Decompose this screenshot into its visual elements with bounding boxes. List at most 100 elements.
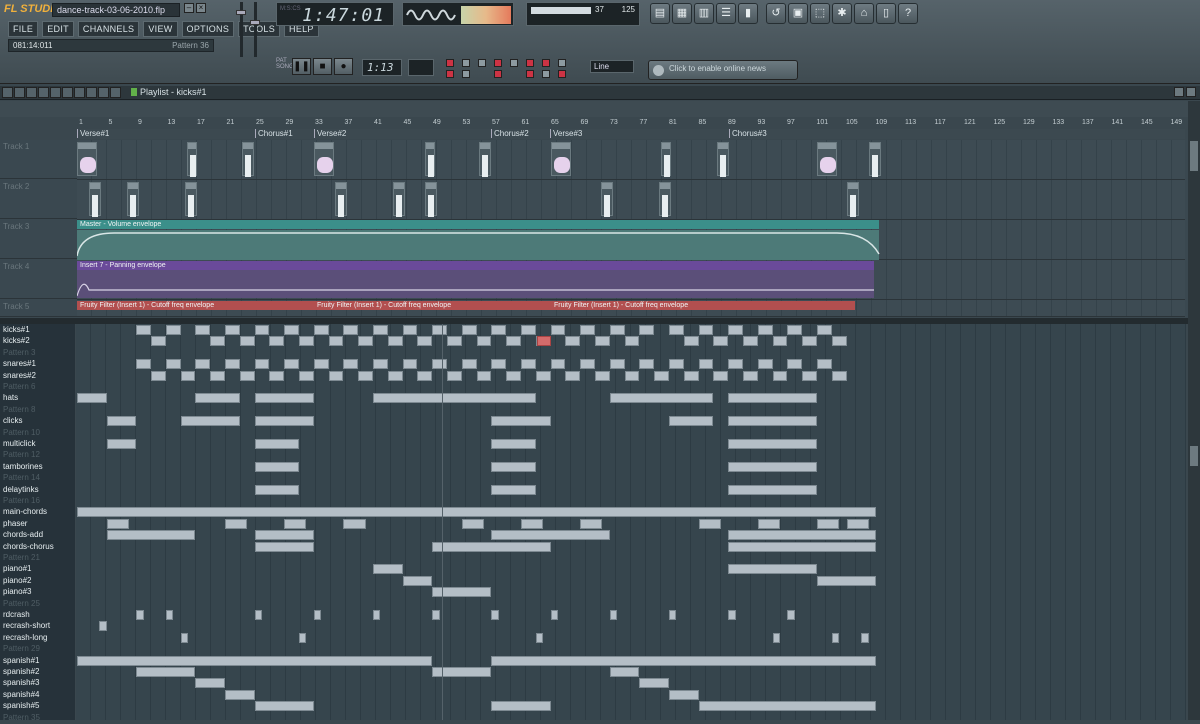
pattern-block[interactable] bbox=[195, 325, 211, 335]
pattern-name[interactable]: kicks#2 bbox=[3, 336, 30, 347]
track-2-header[interactable]: Track 2 bbox=[0, 180, 77, 219]
render-icon[interactable]: ⌂ bbox=[854, 3, 874, 24]
track-scroll-thumb[interactable] bbox=[1190, 141, 1198, 171]
marker-chorus-1[interactable]: Chorus#1 bbox=[255, 129, 293, 138]
track-2-clip[interactable] bbox=[425, 182, 437, 217]
menu-file[interactable]: FILE bbox=[8, 21, 39, 37]
pattern-block[interactable] bbox=[787, 610, 795, 620]
slice-icon[interactable] bbox=[74, 87, 85, 98]
pattern-block[interactable] bbox=[284, 325, 299, 335]
pattern-block[interactable] bbox=[225, 359, 240, 370]
pattern-block[interactable] bbox=[713, 370, 729, 381]
close-icon[interactable]: × bbox=[196, 3, 206, 13]
pattern-block[interactable] bbox=[743, 370, 758, 381]
pattern-block[interactable] bbox=[99, 621, 107, 632]
pattern-block[interactable] bbox=[728, 359, 743, 370]
pattern-name[interactable]: piano#3 bbox=[3, 587, 31, 598]
pattern-block[interactable] bbox=[609, 325, 625, 335]
playback-icon[interactable] bbox=[110, 87, 121, 98]
pattern-name[interactable]: snares#1 bbox=[3, 359, 36, 370]
pattern-block[interactable] bbox=[106, 530, 196, 541]
master-sliders[interactable] bbox=[232, 2, 262, 57]
pattern-block[interactable] bbox=[535, 632, 544, 643]
track-4-lane[interactable]: Insert 7 - Panning envelope bbox=[77, 260, 1185, 300]
pattern-block[interactable] bbox=[195, 393, 240, 404]
pattern-block[interactable] bbox=[624, 370, 640, 381]
pattern-block[interactable] bbox=[284, 359, 299, 370]
pattern-block[interactable] bbox=[728, 541, 877, 552]
track-2-clip[interactable] bbox=[847, 182, 859, 217]
pattern-name[interactable]: snares#2 bbox=[3, 371, 36, 382]
pattern-block[interactable] bbox=[580, 518, 603, 529]
pattern-block[interactable] bbox=[313, 325, 329, 335]
pattern-block[interactable] bbox=[165, 325, 181, 335]
pattern-block[interactable] bbox=[106, 439, 137, 449]
pattern-block[interactable] bbox=[373, 359, 388, 370]
playlist-icon[interactable]: ▤ bbox=[650, 3, 670, 24]
pattern-block[interactable] bbox=[195, 678, 225, 689]
marker-row[interactable]: Verse#1 Chorus#1 Verse#2 Chorus#2 Verse#3 Cho… bbox=[77, 129, 1185, 139]
pattern-block[interactable] bbox=[180, 632, 188, 643]
marker-chorus-2[interactable]: Chorus#2 bbox=[491, 129, 529, 138]
pattern-name[interactable]: hats bbox=[3, 393, 18, 404]
pattern-block[interactable] bbox=[639, 678, 669, 689]
track-1-clip[interactable] bbox=[77, 142, 97, 176]
pattern-block[interactable] bbox=[284, 518, 307, 529]
pattern-block[interactable] bbox=[698, 518, 721, 529]
pattern-block[interactable] bbox=[195, 359, 211, 370]
pattern-block[interactable] bbox=[373, 325, 388, 335]
pattern-selector[interactable] bbox=[408, 59, 434, 76]
pattern-block[interactable] bbox=[254, 541, 314, 552]
pattern-block[interactable] bbox=[254, 439, 299, 449]
pattern-name[interactable]: spanish#1 bbox=[3, 656, 39, 667]
pat-song-switch[interactable]: PAT SONG bbox=[276, 58, 294, 75]
track-5-header[interactable]: Track 5 bbox=[0, 300, 77, 317]
pattern-block[interactable] bbox=[106, 518, 129, 529]
pattern-block[interactable] bbox=[136, 610, 144, 620]
touch-icon[interactable] bbox=[558, 70, 566, 78]
track-1-clip[interactable] bbox=[869, 142, 881, 177]
pattern-block[interactable] bbox=[343, 359, 359, 370]
track-1-clip[interactable] bbox=[314, 142, 334, 176]
pattern-block[interactable] bbox=[239, 336, 255, 347]
pattern-block[interactable] bbox=[817, 575, 877, 586]
pattern-block[interactable] bbox=[580, 325, 595, 335]
brush-icon[interactable] bbox=[38, 87, 49, 98]
pattern-block[interactable] bbox=[373, 610, 381, 620]
pattern-block[interactable] bbox=[683, 336, 699, 347]
pattern-block[interactable] bbox=[387, 336, 403, 347]
track-1-clip[interactable] bbox=[717, 142, 729, 177]
pattern-block[interactable] bbox=[609, 359, 625, 370]
pattern-block[interactable] bbox=[728, 325, 743, 335]
pattern-block[interactable] bbox=[343, 325, 359, 335]
piano-roll-icon[interactable]: ▥ bbox=[694, 3, 714, 24]
pattern-name[interactable]: tamborines bbox=[3, 462, 43, 473]
pattern-name[interactable]: Pattern 6 bbox=[3, 382, 35, 393]
pattern-block[interactable] bbox=[728, 530, 877, 541]
play-button[interactable]: ❚❚ bbox=[292, 58, 311, 75]
pattern-block[interactable] bbox=[757, 518, 780, 529]
menu-view[interactable]: VIEW bbox=[143, 21, 178, 37]
pattern-block[interactable] bbox=[402, 575, 433, 586]
pattern-block[interactable] bbox=[136, 359, 151, 370]
scroll-icon[interactable] bbox=[446, 70, 454, 78]
menu-channels[interactable]: CHANNELS bbox=[77, 21, 140, 37]
pattern-block[interactable] bbox=[239, 370, 255, 381]
pattern-block[interactable] bbox=[639, 359, 655, 370]
pattern-block[interactable] bbox=[358, 336, 373, 347]
pattern-block[interactable] bbox=[402, 359, 418, 370]
pattern-block[interactable] bbox=[698, 325, 714, 335]
pattern-block[interactable] bbox=[817, 325, 832, 335]
menu-edit[interactable]: EDIT bbox=[42, 21, 74, 37]
pattern-name[interactable]: Pattern 29 bbox=[3, 644, 40, 655]
marker-chorus-3[interactable]: Chorus#3 bbox=[729, 129, 767, 138]
track-2-clip[interactable] bbox=[335, 182, 347, 217]
metronome-icon[interactable] bbox=[446, 59, 454, 67]
pattern-block[interactable] bbox=[254, 484, 299, 495]
pattern-block[interactable] bbox=[609, 393, 714, 404]
track-1-clip[interactable] bbox=[551, 142, 571, 176]
pattern-block[interactable] bbox=[669, 325, 684, 335]
track-3-header[interactable]: Track 3 bbox=[0, 220, 77, 259]
pattern-name[interactable]: Pattern 35 bbox=[3, 713, 40, 724]
pattern-name[interactable]: piano#2 bbox=[3, 576, 31, 587]
